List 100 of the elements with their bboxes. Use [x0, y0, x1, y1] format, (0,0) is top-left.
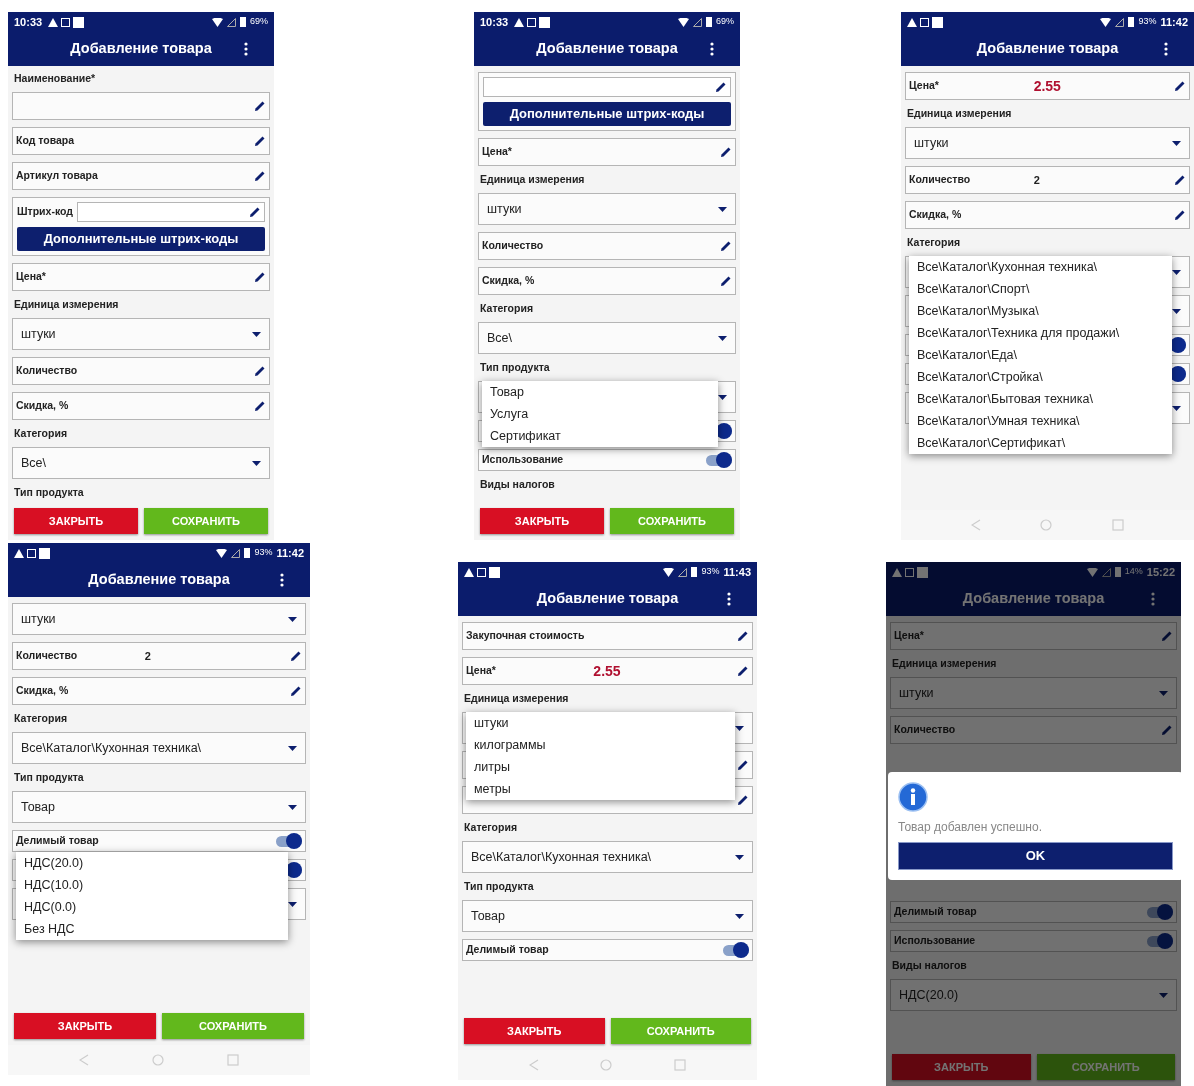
dropdown[interactable]: Товар	[462, 900, 753, 932]
menu-item[interactable]: Все\Каталог\Еда\	[909, 344, 1172, 366]
text-field[interactable]: Артикул товара	[12, 162, 270, 190]
more-menu-icon[interactable]	[280, 573, 284, 587]
dropdown[interactable]: штуки	[890, 677, 1177, 709]
pencil-icon[interactable]	[254, 100, 266, 112]
pencil-icon[interactable]	[1174, 174, 1186, 186]
more-menu-icon[interactable]	[710, 42, 714, 56]
menu-item[interactable]: НДС(10.0)	[16, 874, 288, 896]
field-label: Тип продукта	[13, 486, 85, 499]
menu-item[interactable]: штуки	[466, 712, 735, 734]
close-button[interactable]: ЗАКРЫТЬ	[480, 508, 604, 534]
pencil-icon[interactable]	[737, 794, 749, 806]
text-field[interactable]: Скидка, %	[478, 267, 736, 295]
menu-item[interactable]: литры	[466, 756, 735, 778]
wifi-icon	[1086, 567, 1098, 577]
toggle-switch[interactable]	[704, 452, 732, 468]
dropdown[interactable]: штуки	[12, 318, 270, 350]
text-field[interactable]: Цена* 2.55	[905, 72, 1190, 100]
close-button[interactable]: ЗАКРЫТЬ	[464, 1018, 605, 1044]
dropdown[interactable]: Все\	[478, 322, 736, 354]
dropdown[interactable]: штуки	[478, 193, 736, 225]
additional-barcodes-button[interactable]: Дополнительные штрих-коды	[17, 227, 265, 251]
menu-item[interactable]: НДС(20.0)	[16, 852, 288, 874]
menu-item[interactable]: Все\Каталог\Умная техника\	[909, 410, 1172, 432]
more-menu-icon[interactable]	[727, 592, 731, 606]
pencil-icon[interactable]	[715, 81, 727, 93]
close-button[interactable]: ЗАКРЫТЬ	[14, 508, 138, 534]
close-button[interactable]: ЗАКРЫТЬ	[14, 1013, 156, 1039]
toggle-switch[interactable]	[1145, 933, 1173, 949]
pencil-icon[interactable]	[720, 275, 732, 287]
dropdown[interactable]: Все\	[12, 447, 270, 479]
field-label: Цена*	[909, 78, 940, 94]
pencil-icon[interactable]	[737, 665, 749, 677]
menu-item[interactable]: Сертификат	[482, 425, 718, 447]
pencil-icon[interactable]	[290, 650, 302, 662]
toggle-switch[interactable]	[721, 942, 749, 958]
input-field[interactable]	[76, 202, 265, 222]
text-field[interactable]: Количество 2	[12, 642, 306, 670]
toggle-switch[interactable]	[1145, 904, 1173, 920]
pencil-icon[interactable]	[254, 365, 266, 377]
text-field[interactable]: Код товара	[12, 127, 270, 155]
text-field[interactable]: Цена* 2.55	[462, 657, 753, 685]
pencil-icon[interactable]	[290, 685, 302, 697]
menu-item[interactable]: Все\Каталог\Кухонная техника\	[909, 256, 1172, 278]
menu-item[interactable]: Без НДС	[16, 918, 288, 940]
text-field[interactable]: Цена*	[478, 138, 736, 166]
status-time: 10:33	[14, 14, 43, 30]
dropdown[interactable]: НДС(20.0)	[890, 979, 1177, 1011]
menu-item[interactable]: Все\Каталог\Бытовая техника\	[909, 388, 1172, 410]
text-field[interactable]: Цена*	[890, 622, 1177, 650]
dropdown[interactable]: штуки	[905, 127, 1190, 159]
field-label: Виды налогов	[479, 478, 556, 491]
more-menu-icon[interactable]	[244, 42, 248, 56]
menu-item[interactable]: Все\Каталог\Стройка\	[909, 366, 1172, 388]
dropdown[interactable]: Все\Каталог\Кухонная техника\	[12, 732, 306, 764]
field-value: 2	[1033, 172, 1040, 188]
dropdown[interactable]: Товар	[12, 791, 306, 823]
text-field[interactable]: Количество	[478, 232, 736, 260]
text-field[interactable]: Количество 2	[905, 166, 1190, 194]
pencil-icon[interactable]	[1174, 209, 1186, 221]
notification-icon	[917, 566, 928, 578]
text-field[interactable]: Количество	[890, 716, 1177, 744]
menu-item[interactable]: Все\Каталог\Сертификат\	[909, 432, 1172, 454]
pencil-icon[interactable]	[254, 271, 266, 283]
dropdown[interactable]: штуки	[12, 603, 306, 635]
pencil-icon[interactable]	[254, 135, 266, 147]
dropdown[interactable]: Все\Каталог\Кухонная техника\	[462, 841, 753, 873]
caret-icon	[1172, 269, 1181, 275]
pencil-icon[interactable]	[249, 206, 261, 218]
menu-item[interactable]: Все\Каталог\Техника для продажи\	[909, 322, 1172, 344]
menu-item[interactable]: килограммы	[466, 734, 735, 756]
more-menu-icon[interactable]	[1164, 42, 1168, 56]
input-field[interactable]	[483, 77, 731, 97]
menu-item[interactable]: метры	[466, 778, 735, 800]
additional-barcodes-button[interactable]: Дополнительные штрих-коды	[483, 102, 731, 126]
text-field[interactable]: Цена*	[12, 263, 270, 291]
toggle-switch[interactable]	[274, 833, 302, 849]
pencil-icon[interactable]	[254, 170, 266, 182]
pencil-icon[interactable]	[720, 146, 732, 158]
ok-button[interactable]: OK	[898, 842, 1173, 870]
text-field[interactable]: Скидка, %	[12, 392, 270, 420]
menu-item[interactable]: Услуга	[482, 403, 718, 425]
text-field[interactable]: Закупочная стоимость	[462, 622, 753, 650]
pencil-icon[interactable]	[1174, 80, 1186, 92]
pencil-icon[interactable]	[720, 240, 732, 252]
menu-item[interactable]: Товар	[482, 381, 718, 403]
text-field[interactable]: Скидка, %	[905, 201, 1190, 229]
pencil-icon[interactable]	[254, 400, 266, 412]
menu-item[interactable]: Все\Каталог\Спорт\	[909, 278, 1172, 300]
field-label: Скидка, %	[909, 207, 963, 223]
pencil-icon[interactable]	[737, 759, 749, 771]
text-field[interactable]	[12, 92, 270, 120]
menu-item[interactable]: Все\Каталог\Музыка\	[909, 300, 1172, 322]
menu-item[interactable]: НДС(0.0)	[16, 896, 288, 918]
notification-icon	[39, 547, 50, 559]
pencil-icon[interactable]	[737, 630, 749, 642]
text-field[interactable]: Скидка, %	[12, 677, 306, 705]
text-field[interactable]: Количество	[12, 357, 270, 385]
field-label: Количество	[909, 172, 972, 188]
